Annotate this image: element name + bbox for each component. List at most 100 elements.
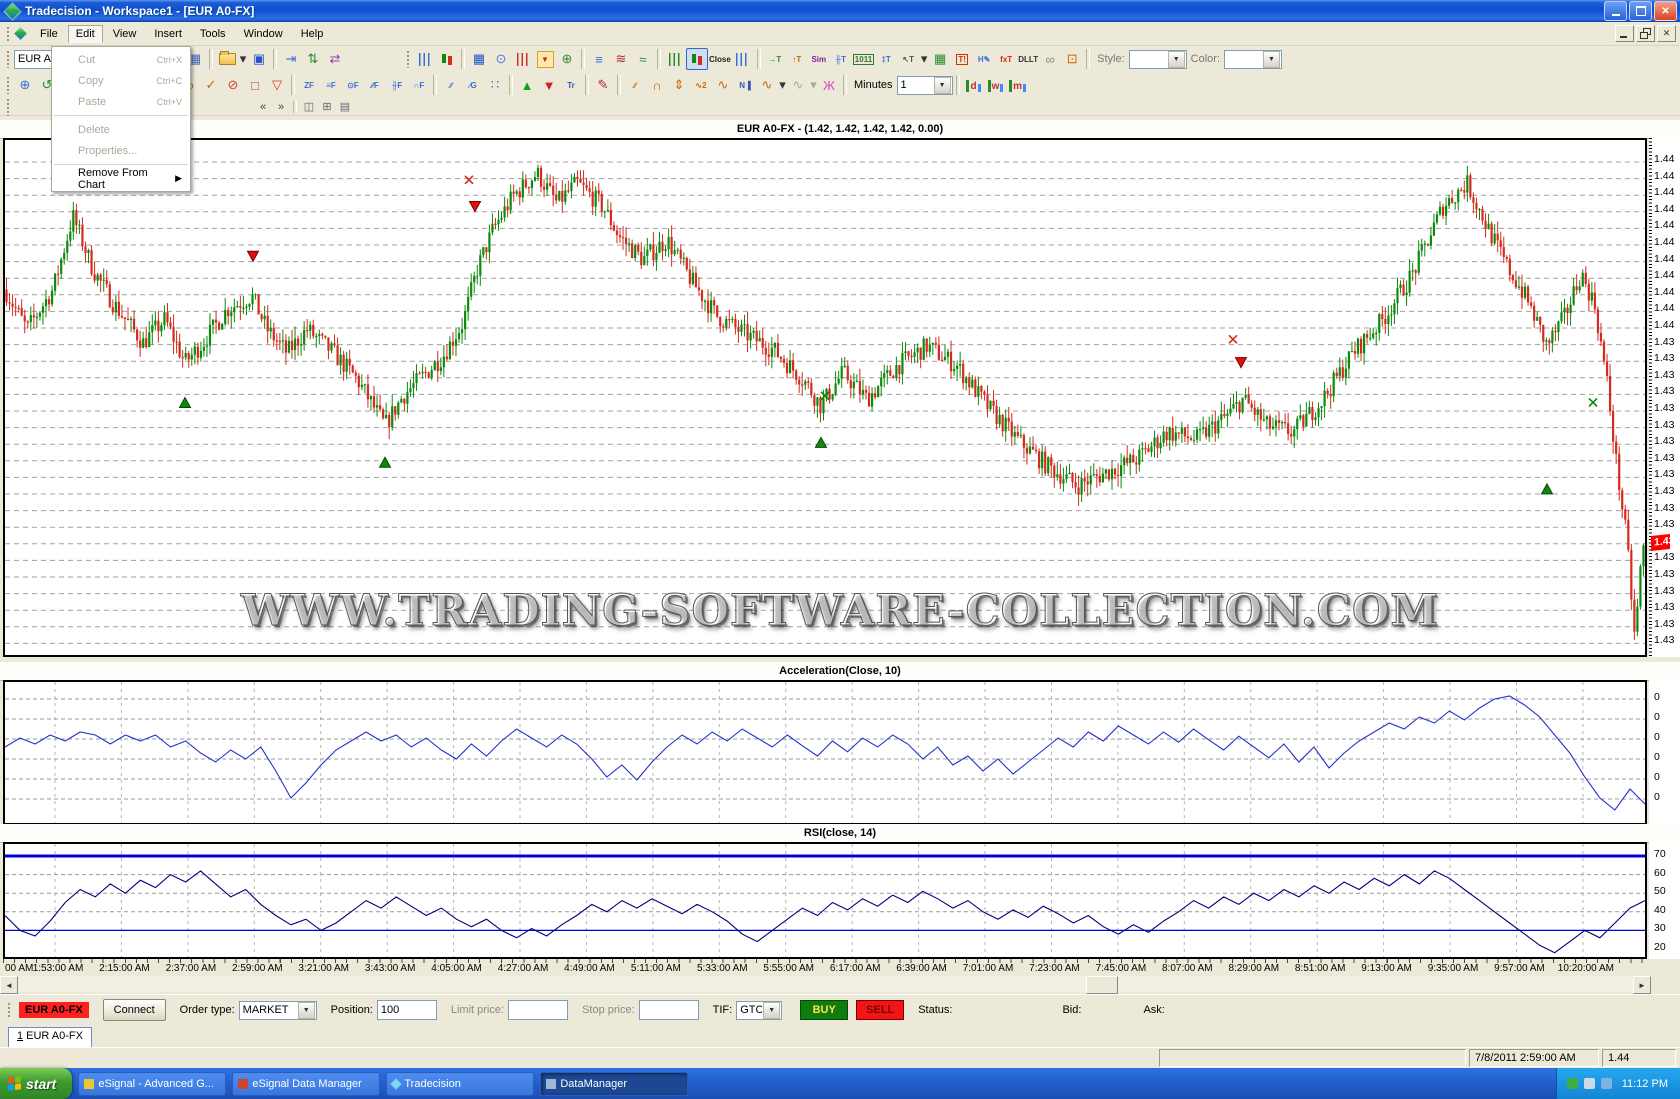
weekly-icon[interactable]: w — [985, 74, 1007, 96]
rays-icon[interactable]: Ж — [818, 74, 840, 96]
zoom-in-icon[interactable]: ⊕ — [14, 74, 36, 96]
zigzag-icon[interactable]: ∿ — [712, 74, 734, 96]
start-button[interactable]: start — [0, 1068, 73, 1099]
tif-combo[interactable]: GTC ▼ — [736, 1000, 783, 1020]
browse-icon[interactable]: ∞ — [1039, 48, 1061, 70]
page-updown-icon[interactable]: ⇅ — [302, 48, 324, 70]
n-wave-icon[interactable]: N▐ — [734, 74, 756, 96]
tick-bars-icon[interactable] — [664, 48, 686, 70]
link-windows-icon[interactable]: ▦ — [929, 48, 951, 70]
maximize-button[interactable] — [1629, 1, 1652, 21]
menu-insert[interactable]: Insert — [146, 25, 190, 43]
combo-dropdown-icon[interactable]: ▼ — [1263, 50, 1281, 68]
zigzag-percent-icon[interactable]: ∿2 — [690, 74, 712, 96]
zigzag-f-icon[interactable]: ZF — [298, 74, 320, 96]
menu-item-copy[interactable]: Copy Ctrl+C — [52, 70, 190, 91]
stop-price-input[interactable] — [638, 1000, 699, 1020]
grid-f-icon[interactable]: ╫F — [386, 74, 408, 96]
esignal-tray-icon[interactable] — [1566, 1078, 1578, 1089]
edit-data-icon[interactable]: H✎ — [973, 48, 995, 70]
pin-study-icon[interactable]: ╫T — [830, 48, 852, 70]
wave-alt-caret-icon[interactable]: ▾ — [809, 74, 818, 96]
taskbar-item-esignal-data-manager[interactable]: eSignal Data Manager — [232, 1071, 381, 1096]
tile-windows-icon[interactable]: ⊞ — [318, 99, 336, 114]
open-template-icon[interactable] — [216, 48, 238, 70]
close-line-icon[interactable]: Close — [708, 48, 732, 70]
color-combo[interactable]: ▼ — [1224, 49, 1283, 69]
prev-page-icon[interactable]: « — [254, 99, 272, 114]
range-tool-icon[interactable]: ⇕ — [668, 74, 690, 96]
circles-f-icon[interactable]: ⊙F — [342, 74, 364, 96]
wave-caret-icon[interactable]: ▾ — [778, 74, 787, 96]
pointer-study-caret-icon[interactable]: ▾ — [919, 48, 929, 70]
ellipse-icon[interactable]: ⊘ — [222, 74, 244, 96]
raise-study-icon[interactable]: ↑T — [786, 48, 808, 70]
up-arrow-icon[interactable]: ▲ — [516, 74, 538, 96]
wave-icon[interactable]: ∿ — [756, 74, 778, 96]
parallel-lines-icon[interactable]: ∕∕ — [440, 74, 462, 96]
style-combo[interactable]: ▼ — [1128, 49, 1187, 69]
mdi-minimize-button[interactable] — [1615, 25, 1634, 42]
candlestick-chart[interactable] — [3, 138, 1647, 657]
scroll-left-icon[interactable]: ◄ — [0, 976, 18, 994]
position-input[interactable] — [376, 1000, 437, 1020]
acceleration-chart[interactable] — [3, 680, 1647, 825]
sell-button[interactable]: SELL — [856, 1000, 905, 1020]
multi-line-icon[interactable]: ≋ — [610, 48, 632, 70]
pointer-study-icon[interactable]: ↖T — [897, 48, 919, 70]
scroll-right-icon[interactable]: ► — [1633, 976, 1651, 994]
bar-style-icon[interactable] — [436, 48, 458, 70]
levels-f-icon[interactable]: ≡F — [320, 74, 342, 96]
display-tray-icon[interactable] — [1583, 1078, 1595, 1089]
network-tray-icon[interactable] — [1600, 1078, 1612, 1089]
horizontal-scrollbar[interactable]: ◄ ► — [0, 976, 1651, 994]
menu-item-paste[interactable]: Paste Ctrl+V — [52, 91, 190, 112]
apply-strategy-icon[interactable]: →T — [764, 48, 786, 70]
taskbar-item-datamanager[interactable]: DataManager — [540, 1071, 689, 1096]
menu-tools[interactable]: Tools — [192, 25, 234, 43]
minimize-button[interactable] — [1604, 1, 1627, 21]
world-news-icon[interactable]: ⊕ — [556, 48, 578, 70]
arc-f-icon[interactable]: ∩F — [408, 74, 430, 96]
draw-study-icon[interactable]: ✎ — [592, 74, 614, 96]
mdi-restore-button[interactable] — [1636, 25, 1655, 42]
time-sales-icon[interactable]: ⊙ — [490, 48, 512, 70]
close-button[interactable]: ✕ — [1654, 1, 1677, 21]
mdi-close-button[interactable]: ✕ — [1657, 25, 1676, 42]
volume-histogram-icon[interactable] — [512, 48, 534, 70]
down-arrow-icon[interactable]: ▼ — [538, 74, 560, 96]
menu-item-cut[interactable]: Cut Ctrl+X — [52, 49, 190, 70]
save-icon[interactable]: ▣ — [248, 48, 270, 70]
next-page-icon[interactable]: » — [272, 99, 290, 114]
scale-study-icon[interactable]: ‡T — [875, 48, 897, 70]
menu-file[interactable]: File — [32, 25, 66, 43]
menu-window[interactable]: Window — [236, 25, 291, 43]
check-mark-icon[interactable]: ✓ — [200, 74, 222, 96]
trendline-icon[interactable]: ∕∕ — [624, 74, 646, 96]
alert-icon[interactable]: ▼ — [534, 48, 556, 70]
limit-price-input[interactable] — [508, 1000, 569, 1020]
order-type-combo[interactable]: MARKET ▼ — [238, 1000, 317, 1020]
fan-f-icon[interactable]: ∕∕F — [364, 74, 386, 96]
combo-dropdown-icon[interactable]: ▼ — [933, 76, 951, 94]
candlestick-style-icon[interactable] — [686, 48, 708, 70]
menu-edit[interactable]: Edit — [67, 24, 103, 43]
pages-transfer-icon[interactable]: ⇄ — [324, 48, 346, 70]
watch-list-icon[interactable]: ≡ — [588, 48, 610, 70]
menu-item-delete[interactable]: Delete — [52, 119, 190, 140]
menu-item-properties[interactable]: Properties... — [52, 140, 190, 161]
menu-view[interactable]: View — [105, 25, 145, 43]
dll-icon[interactable]: DLLT — [1017, 48, 1039, 70]
daily-icon[interactable]: d — [963, 74, 985, 96]
gann-fan-icon[interactable]: ∕G — [462, 74, 484, 96]
taskbar-item-esignal-advanced-g[interactable]: eSignal - Advanced G... — [78, 1071, 227, 1096]
cascade-windows-icon[interactable]: ◫ — [300, 99, 318, 114]
scrollbar-thumb[interactable] — [1086, 976, 1118, 994]
taskbar-item-tradecision[interactable]: Tradecision — [386, 1071, 535, 1096]
wave-alt-icon[interactable]: ∿ — [787, 74, 809, 96]
menu-help[interactable]: Help — [293, 25, 332, 43]
text-tool-icon[interactable]: Tr — [560, 74, 582, 96]
date-range-icon[interactable]: 1011 — [852, 48, 875, 70]
combo-dropdown-icon[interactable]: ▼ — [1167, 50, 1185, 68]
arc-tool-icon[interactable]: ∩ — [646, 74, 668, 96]
